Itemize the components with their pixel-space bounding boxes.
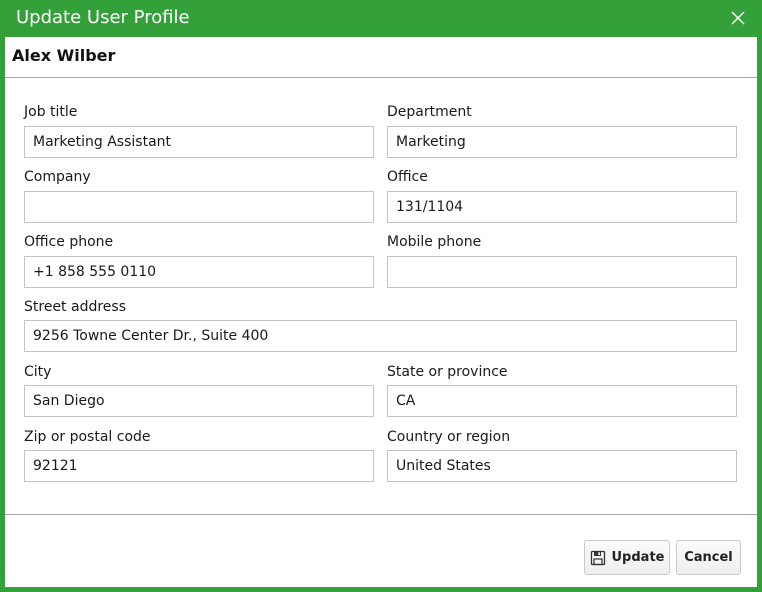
city-input[interactable]: [24, 385, 374, 417]
footer-divider: [5, 514, 757, 515]
cancel-button-label: Cancel: [684, 550, 733, 565]
cancel-button[interactable]: Cancel: [676, 540, 741, 575]
company-label: Company: [24, 169, 91, 185]
office-phone-input[interactable]: [24, 256, 374, 288]
zip-input[interactable]: [24, 450, 374, 482]
close-icon: [731, 11, 745, 25]
update-button-label: Update: [611, 550, 665, 565]
office-input[interactable]: [387, 191, 737, 223]
mobile-phone-input[interactable]: [387, 256, 737, 288]
department-label: Department: [387, 104, 472, 120]
street-address-input[interactable]: [24, 320, 737, 352]
save-icon: [590, 550, 606, 566]
office-label: Office: [387, 169, 428, 185]
user-display-name: Alex Wilber: [12, 46, 116, 65]
header-divider: [5, 77, 757, 78]
company-input[interactable]: [24, 191, 374, 223]
dialog-body: Alex Wilber Job title Department Company…: [5, 37, 757, 587]
department-input[interactable]: [387, 126, 737, 158]
job-title-label: Job title: [24, 104, 78, 120]
dialog-title: Update User Profile: [16, 7, 190, 28]
country-input[interactable]: [387, 450, 737, 482]
country-label: Country or region: [387, 429, 511, 445]
update-button[interactable]: Update: [584, 540, 670, 575]
dialog-titlebar: Update User Profile: [0, 0, 762, 37]
state-label: State or province: [387, 364, 508, 380]
zip-label: Zip or postal code: [24, 429, 151, 445]
update-user-profile-dialog: Update User Profile Alex Wilber Job titl…: [0, 0, 762, 592]
mobile-phone-label: Mobile phone: [387, 234, 482, 250]
state-input[interactable]: [387, 385, 737, 417]
city-label: City: [24, 364, 52, 380]
job-title-input[interactable]: [24, 126, 374, 158]
close-button[interactable]: [724, 4, 752, 32]
office-phone-label: Office phone: [24, 234, 114, 250]
street-address-label: Street address: [24, 299, 126, 315]
